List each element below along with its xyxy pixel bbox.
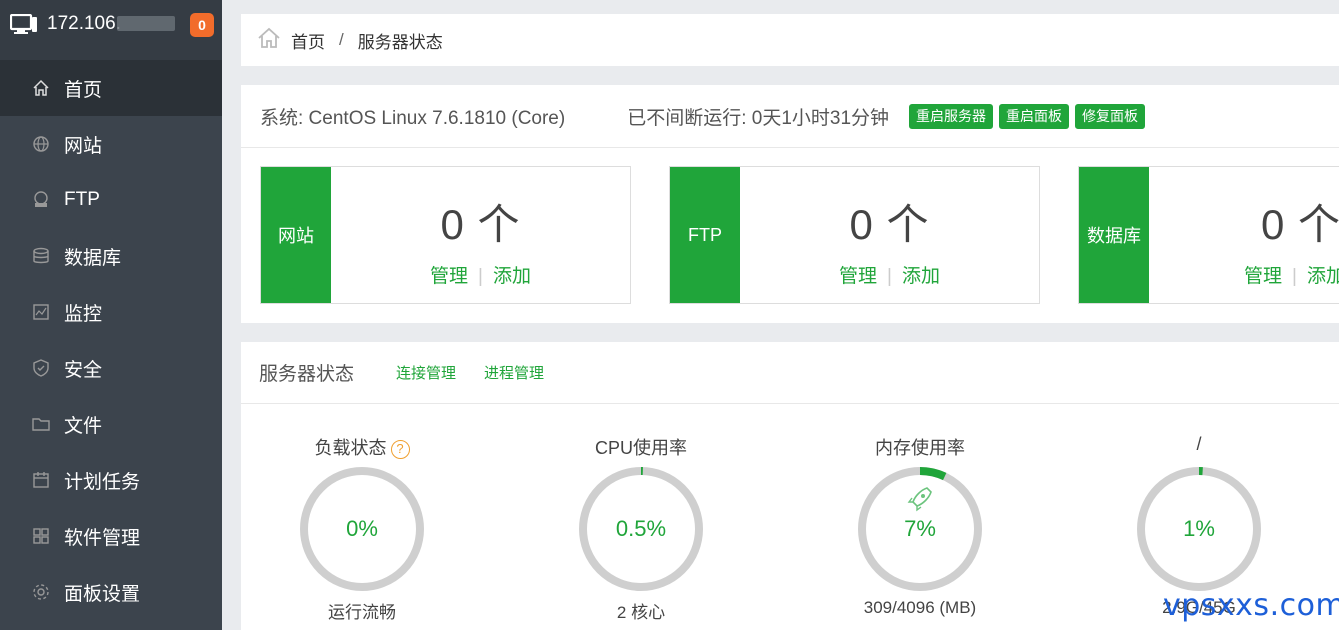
status-title: 服务器状态 <box>259 364 355 385</box>
gauge-title: CPU使用率 <box>594 438 687 458</box>
sidebar-item-label: 软件管理 <box>64 527 141 549</box>
connection-manage-link[interactable]: 连接管理 <box>396 362 456 383</box>
gauge-fill <box>919 467 947 481</box>
help-icon[interactable]: ? <box>390 440 410 459</box>
system-info-bar: 系统: CentOS Linux 7.6.1810 (Core) 已不间断运行:… <box>241 85 1339 148</box>
gauge-value: 7% <box>904 516 936 541</box>
monitor-icon <box>9 13 38 41</box>
restart-panel-button[interactable]: 重启面板 <box>999 103 1070 129</box>
sidebar: 172.106. 0 首页 网站 FTP 数据库 监控 安全 文件 计划任务 软… <box>0 0 222 630</box>
os-info: 系统: CentOS Linux 7.6.1810 (Core) <box>260 107 566 129</box>
sidebar-item-cron[interactable]: 计划任务 <box>0 452 222 508</box>
sidebar-item-files[interactable]: 文件 <box>0 396 222 452</box>
add-link[interactable]: 添加 <box>493 266 531 287</box>
database-card: 数据库 0 个 管理 | 添加 <box>1078 166 1339 304</box>
globe-icon <box>32 135 50 153</box>
server-header: 172.106. 0 <box>0 0 222 60</box>
notification-badge[interactable]: 0 <box>190 13 214 37</box>
gauge-subtitle: 2 核心 <box>616 603 666 622</box>
ftp-icon <box>32 191 50 209</box>
database-icon <box>32 247 50 265</box>
restart-server-button[interactable]: 重启服务器 <box>909 103 994 129</box>
sidebar-item-software[interactable]: 软件管理 <box>0 508 222 564</box>
add-link[interactable]: 添加 <box>1307 266 1339 287</box>
memory-gauge[interactable]: 内存使用率 7% 309/4096 (MB) <box>800 434 1040 618</box>
shield-icon <box>32 359 50 377</box>
breadcrumb-home[interactable]: 首页 <box>291 28 325 53</box>
sidebar-item-websites[interactable]: 网站 <box>0 116 222 172</box>
sidebar-item-label: 安全 <box>64 359 103 381</box>
sidebar-item-home[interactable]: 首页 <box>0 60 222 116</box>
divider: | <box>1292 266 1297 287</box>
gauge-title: 内存使用率 <box>875 438 965 458</box>
status-header: 服务器状态 连接管理 进程管理 <box>241 342 1339 404</box>
divider: | <box>887 266 892 287</box>
card-label: 网站 <box>261 167 331 303</box>
sidebar-item-security[interactable]: 安全 <box>0 340 222 396</box>
home-icon[interactable] <box>257 27 281 54</box>
process-manage-link[interactable]: 进程管理 <box>484 362 544 383</box>
monitor-chart-icon <box>32 303 50 321</box>
load-gauge[interactable]: 负载状态? 0% 运行流畅 <box>242 434 482 623</box>
redacted-ip-mask <box>117 16 175 31</box>
sidebar-menu: 首页 网站 FTP 数据库 监控 安全 文件 计划任务 软件管理 面板设置 <box>0 60 222 620</box>
calendar-icon <box>32 471 50 489</box>
sidebar-item-label: 文件 <box>64 415 103 437</box>
divider: | <box>478 266 483 287</box>
home-icon <box>32 79 50 97</box>
gauge-title: 负载状态 <box>314 438 387 458</box>
card-count: 0 个 <box>1261 201 1339 248</box>
cpu-gauge[interactable]: CPU使用率 0.5% 2 核心 <box>521 434 761 623</box>
rocket-icon[interactable] <box>907 487 932 512</box>
server-status-panel: 服务器状态 连接管理 进程管理 负载状态? 0% 运行流畅 CPU使用率 0.5… <box>241 342 1339 630</box>
breadcrumb-separator: / <box>339 30 344 49</box>
sidebar-item-label: 网站 <box>64 135 103 157</box>
sidebar-item-label: 数据库 <box>64 247 122 269</box>
website-card: 网站 0 个 管理 | 添加 <box>260 166 631 304</box>
folder-icon <box>32 415 50 433</box>
repair-panel-button[interactable]: 修复面板 <box>1075 103 1146 129</box>
sidebar-item-label: 计划任务 <box>64 471 141 493</box>
breadcrumb: 首页 / 服务器状态 <box>241 14 1339 66</box>
manage-link[interactable]: 管理 <box>430 266 468 287</box>
sidebar-item-ftp[interactable]: FTP <box>0 172 222 228</box>
manage-link[interactable]: 管理 <box>1244 266 1282 287</box>
apps-grid-icon <box>32 527 50 545</box>
gauge-value: 1% <box>1183 516 1215 541</box>
uptime-info: 已不间断运行: 0天1小时31分钟 <box>627 107 890 129</box>
card-count: 0 个 <box>849 201 930 248</box>
sidebar-item-label: 首页 <box>64 79 103 101</box>
sidebar-item-settings[interactable]: 面板设置 <box>0 564 222 620</box>
card-label: 数据库 <box>1079 167 1149 303</box>
add-link[interactable]: 添加 <box>902 266 940 287</box>
gauge-subtitle: 运行流畅 <box>328 603 396 622</box>
watermark: vpsxxs.com <box>1163 588 1339 623</box>
gear-icon <box>32 583 50 601</box>
ftp-card: FTP 0 个 管理 | 添加 <box>669 166 1040 304</box>
gauge-title: / <box>1196 434 1202 454</box>
card-label: FTP <box>670 167 740 303</box>
breadcrumb-current: 服务器状态 <box>357 32 443 52</box>
manage-link[interactable]: 管理 <box>839 266 877 287</box>
sidebar-item-label: 监控 <box>64 303 103 325</box>
system-panel: 系统: CentOS Linux 7.6.1810 (Core) 已不间断运行:… <box>241 85 1339 323</box>
gauge-value: 0.5% <box>615 516 667 541</box>
gauge-subtitle: 309/4096 (MB) <box>863 598 977 617</box>
sidebar-item-label: FTP <box>64 189 100 210</box>
sidebar-item-label: 面板设置 <box>64 583 141 605</box>
sidebar-item-monitor[interactable]: 监控 <box>0 284 222 340</box>
server-ip: 172.106. <box>47 13 121 34</box>
sidebar-item-database[interactable]: 数据库 <box>0 228 222 284</box>
gauge-value: 0% <box>346 516 378 541</box>
card-count: 0 个 <box>440 201 521 248</box>
